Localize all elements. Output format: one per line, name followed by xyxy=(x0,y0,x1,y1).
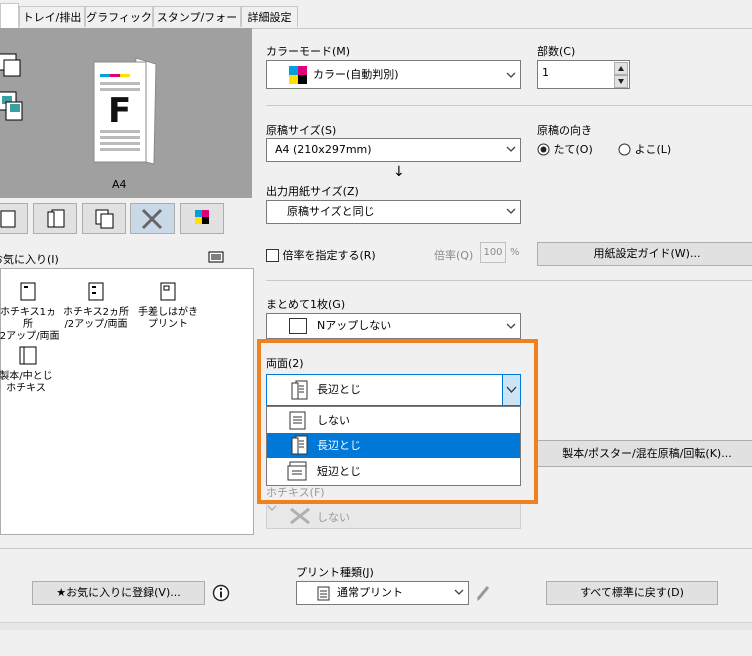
preview-paper-size: A4 xyxy=(112,178,127,191)
copies-label: 部数(C) xyxy=(537,45,576,58)
tab-advanced[interactable]: 詳細設定 xyxy=(241,6,298,27)
favorite-item[interactable]: ホチキス2ヵ所/2アップ/両面 xyxy=(61,281,131,331)
document-preview-icon: F xyxy=(93,57,157,165)
radio-unchecked-icon xyxy=(618,143,631,155)
original-size-select[interactable]: A4 (210x297mm) xyxy=(266,138,521,162)
print-type-label: プリント種類(J) xyxy=(296,566,374,579)
preview-panel: F A4 xyxy=(0,28,252,198)
radio-checked-icon xyxy=(537,143,550,155)
orientation-landscape-radio[interactable]: よこ(L) xyxy=(618,141,671,157)
duplex-pages-icon xyxy=(47,209,65,228)
list-view-icon[interactable] xyxy=(208,251,224,263)
divider xyxy=(0,548,752,549)
print-type-select[interactable]: 通常プリント xyxy=(296,581,469,605)
favorites-panel: ホチキス1ヵ所/2アップ/両面 ホチキス2ヵ所/2アップ/両面 手差しはがき プリ… xyxy=(0,268,254,535)
info-icon[interactable] xyxy=(212,584,230,602)
reset-defaults-button[interactable]: すべて標準に戻す(D) xyxy=(546,581,718,605)
booklet-icon xyxy=(19,346,37,365)
tab-tray-output[interactable]: トレイ/排出 xyxy=(19,6,85,27)
simplex-button[interactable] xyxy=(0,203,28,234)
nup-select[interactable]: Nアップしない xyxy=(266,313,521,339)
tab-stamp-form[interactable]: スタンプ/フォーム xyxy=(153,6,241,45)
divider xyxy=(266,105,752,106)
staple-quick-button[interactable] xyxy=(130,203,175,234)
favorites-header: お気に入り(I) xyxy=(0,253,59,266)
copies-increment-button[interactable] xyxy=(614,62,628,75)
nup-label: まとめて1枚(G) xyxy=(266,298,346,311)
pencil-icon[interactable] xyxy=(475,584,491,602)
duplex-quick-button[interactable] xyxy=(33,203,77,234)
output-size-label: 出力用紙サイズ(Z) xyxy=(266,185,359,198)
paper-guide-button[interactable]: 用紙設定ガイド(W)... xyxy=(537,242,752,266)
triangle-up-icon xyxy=(618,66,624,71)
zoom-rate-label: 倍率(Q) xyxy=(434,249,474,262)
chevron-down-icon xyxy=(506,208,516,214)
checkbox-icon xyxy=(266,248,279,262)
register-favorite-button[interactable]: ★お気に入りに登録(V)... xyxy=(32,581,205,605)
color-mode-select[interactable]: カラー(自動判別) xyxy=(266,60,521,89)
page-icon xyxy=(0,210,16,228)
svg-text:F: F xyxy=(108,91,131,131)
color-mode-label: カラーモード(M) xyxy=(266,45,351,58)
highlight-frame xyxy=(257,339,538,504)
chevron-down-icon xyxy=(506,146,516,152)
triangle-down-icon xyxy=(618,79,624,84)
divider xyxy=(266,280,752,281)
tab-graphics[interactable]: グラフィックス xyxy=(85,6,153,45)
color-quick-button[interactable] xyxy=(180,203,224,234)
copies-decrement-button[interactable] xyxy=(614,75,628,88)
staple-doc-icon xyxy=(20,282,36,301)
copies-spinner[interactable]: 1 xyxy=(537,60,630,89)
down-arrow-icon: ↓ xyxy=(393,164,405,180)
postcard-icon xyxy=(160,282,176,301)
star-icon: ★ xyxy=(56,586,67,599)
output-tray-icons xyxy=(0,53,23,121)
zoom-percent-label: % xyxy=(510,247,520,258)
document-icon xyxy=(317,586,330,601)
booklet-poster-button[interactable]: 製本/ポスター/混在原稿/回転(K)... xyxy=(537,440,752,467)
copies-icon xyxy=(95,209,114,229)
tab-basic[interactable] xyxy=(0,3,19,29)
favorite-item[interactable]: 製本/中とじ ホチキス xyxy=(0,345,57,395)
orientation-label: 原稿の向き xyxy=(537,124,592,137)
zoom-checkbox[interactable]: 倍率を指定する(R) xyxy=(266,247,376,263)
chevron-down-icon xyxy=(506,323,516,329)
color-palette-icon xyxy=(289,66,307,84)
original-size-label: 原稿サイズ(S) xyxy=(266,124,337,137)
staple-select[interactable]: しない xyxy=(266,502,521,529)
staple-icon xyxy=(141,208,163,230)
favorite-item[interactable]: ホチキス1ヵ所/2アップ/両面 xyxy=(0,281,61,343)
output-size-select[interactable]: 原稿サイズと同じ xyxy=(266,200,521,224)
color-palette-icon xyxy=(195,210,209,224)
favorite-item[interactable]: 手差しはがき プリント xyxy=(133,281,203,331)
staple-icon xyxy=(290,507,310,525)
staple-doc-icon xyxy=(88,282,104,301)
single-page-icon xyxy=(289,318,307,334)
collate-button[interactable] xyxy=(82,203,126,234)
orientation-portrait-radio[interactable]: たて(O) xyxy=(537,141,593,157)
zoom-rate-input[interactable]: 100 xyxy=(480,242,506,263)
chevron-down-icon xyxy=(454,589,464,595)
chevron-down-icon xyxy=(506,72,516,78)
